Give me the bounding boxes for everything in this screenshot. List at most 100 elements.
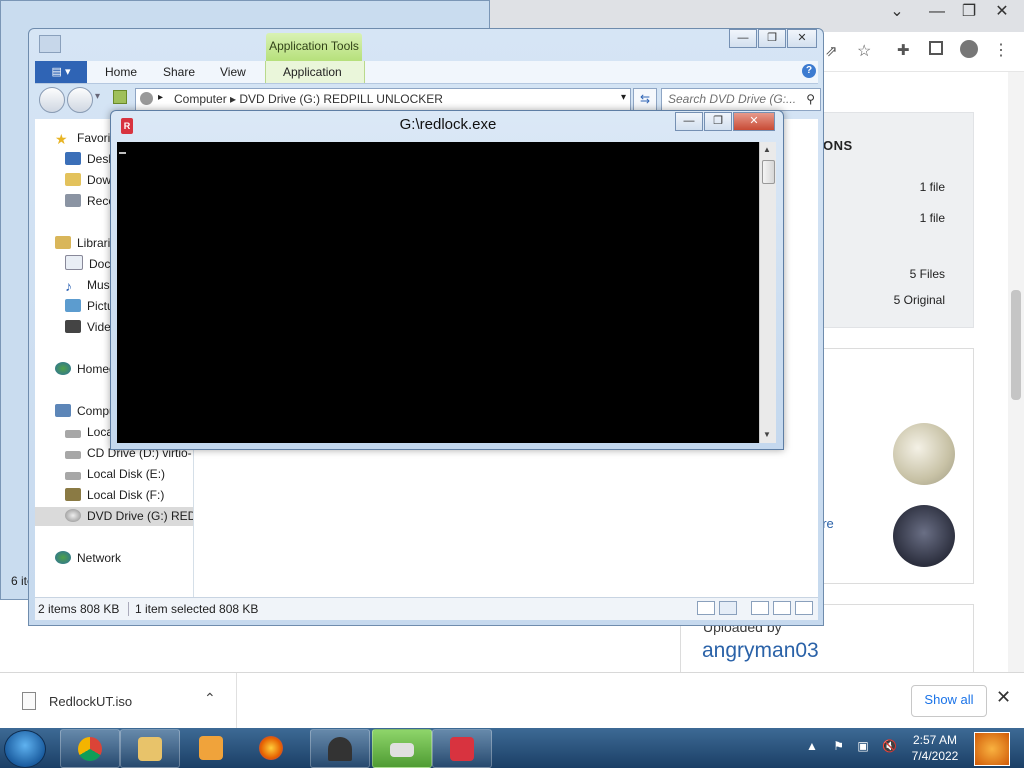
nav-network[interactable]: Network	[55, 549, 121, 568]
star-icon: ★	[55, 131, 68, 147]
download-filename[interactable]: RedlockUT.iso	[49, 694, 132, 709]
status-selection: 1 item selected 808 KB	[128, 602, 258, 616]
videos-icon	[65, 320, 81, 333]
address-bar[interactable]: ▸ Computer ▸ DVD Drive (G:) REDPILL UNLO…	[135, 88, 631, 111]
folder-icon	[138, 737, 162, 761]
system-tray: ▲ ⚑ ▣ 🔇	[806, 739, 897, 753]
profile-avatar-icon[interactable]	[960, 40, 978, 58]
file-options-panel: ONS 1 file 1 file 5 Files 5 Original	[820, 112, 974, 328]
preview-pane-icon[interactable]	[751, 601, 769, 615]
flag-icon[interactable]: ⚑	[833, 739, 844, 753]
show-desktop-thumbnail[interactable]	[974, 732, 1010, 766]
chrome-minimize-button[interactable]: —	[920, 0, 954, 24]
cd-drive-icon	[65, 451, 81, 459]
address-row: ▾ ▸ Computer ▸ DVD Drive (G:) REDPILL UN…	[35, 87, 821, 113]
side-panel-icon[interactable]	[929, 41, 943, 55]
back-button[interactable]	[39, 87, 65, 113]
forward-button[interactable]	[67, 87, 93, 113]
nav-favorites[interactable]: ★ Favori	[55, 129, 110, 148]
taskbar-firefox[interactable]	[244, 736, 298, 762]
taskbar-media-player[interactable]	[184, 736, 238, 762]
nav-computer[interactable]: Compu	[55, 402, 116, 421]
console-output[interactable]	[117, 142, 759, 443]
recent-locations-chevron-icon[interactable]: ▾	[95, 91, 100, 102]
search-icon[interactable]: ⚲	[806, 92, 815, 106]
nav-homegroup[interactable]: Homeg	[55, 360, 116, 379]
hard-disk-icon	[65, 472, 81, 480]
search-input[interactable]: Search DVD Drive (G:... ⚲	[661, 88, 821, 111]
scroll-up-icon[interactable]: ▲	[763, 145, 771, 154]
download-item[interactable]: RedlockUT.iso ⌃	[0, 673, 237, 729]
console-scrollbar[interactable]: ▲ ▼	[759, 142, 776, 443]
maximize-button[interactable]: ❐	[758, 29, 786, 48]
tab-share[interactable]: Share	[163, 65, 195, 79]
mouse-pointer-icon	[436, 347, 448, 363]
nav-dvd-drive[interactable]: DVD Drive (G:) REDP	[35, 507, 193, 526]
collection-thumbnail[interactable]	[893, 505, 955, 567]
address-dropdown-icon[interactable]: ▾	[621, 92, 626, 103]
up-folder-icon[interactable]	[113, 90, 127, 104]
show-all-button[interactable]: Show all	[911, 685, 987, 717]
options-title: ONS	[823, 138, 853, 153]
drive-icon	[140, 92, 153, 105]
chrome-scrollbar-thumb[interactable]	[1011, 290, 1021, 400]
application-tools-tab: Application Tools	[266, 33, 362, 61]
navigation-pane-icon[interactable]	[795, 601, 813, 615]
details-view-icon[interactable]	[697, 601, 715, 615]
console-minimize-button[interactable]: —	[675, 112, 703, 131]
nav-local-c[interactable]: Local	[65, 423, 116, 442]
console-close-button[interactable]: ✕	[733, 112, 775, 131]
nav-local-f[interactable]: Local Disk (F:)	[65, 486, 164, 505]
scroll-down-icon[interactable]: ▼	[763, 430, 771, 439]
nav-local-e[interactable]: Local Disk (E:)	[65, 465, 165, 484]
close-button[interactable]: ✕	[787, 29, 817, 48]
file-icon	[22, 692, 36, 710]
share-icon[interactable]: ⇗	[825, 42, 838, 60]
large-icons-view-icon[interactable]	[719, 601, 737, 615]
help-icon[interactable]: ?	[802, 64, 816, 78]
chrome-menu-icon[interactable]: ⋮	[993, 40, 1009, 60]
tab-application[interactable]: Application	[283, 65, 342, 79]
tab-home[interactable]: Home	[105, 65, 137, 79]
console-maximize-button[interactable]: ❐	[704, 112, 732, 131]
uploader-link[interactable]: angryman03	[702, 639, 819, 663]
refresh-button[interactable]: ⇆	[633, 88, 657, 111]
close-icon[interactable]: ✕	[996, 687, 1011, 708]
extensions-icon[interactable]: ✚	[897, 41, 910, 59]
pictures-icon	[65, 299, 81, 312]
address-path[interactable]: Computer ▸ DVD Drive (G:) REDPILL UNLOCK…	[174, 92, 443, 106]
details-pane-icon[interactable]	[773, 601, 791, 615]
volume-muted-icon[interactable]: 🔇	[882, 739, 897, 753]
start-orb-icon[interactable]	[4, 730, 46, 768]
option-value: 5 Original	[893, 293, 945, 307]
chess-icon	[328, 737, 352, 761]
taskbar-chrome[interactable]	[60, 729, 120, 768]
clock[interactable]: 2:57 AM 7/4/2022	[896, 732, 974, 764]
breadcrumb-arrow-icon[interactable]: ▸	[158, 92, 163, 103]
file-menu-button[interactable]: ▤ ▾	[35, 61, 87, 83]
computer-icon	[55, 404, 71, 417]
minimize-button[interactable]: —	[729, 29, 757, 48]
redlock-console-window[interactable]: R G:\redlock.exe — ❐ ✕ ▲ ▼	[110, 110, 784, 450]
chrome-profile-chevron-icon[interactable]: ⌄	[880, 0, 914, 24]
taskbar-redlock[interactable]	[432, 729, 492, 768]
taskbar-drive[interactable]	[372, 729, 432, 768]
network-icon[interactable]: ▣	[857, 739, 868, 753]
search-placeholder: Search DVD Drive (G:...	[668, 92, 797, 106]
chrome-close-button[interactable]: ✕	[985, 0, 1019, 24]
tab-view[interactable]: View	[220, 65, 246, 79]
tray-expand-icon[interactable]: ▲	[806, 739, 818, 753]
drive-icon	[390, 743, 414, 757]
disc-thumbnail[interactable]	[893, 423, 955, 485]
related-items-card: are	[815, 348, 974, 584]
taskbar-explorer[interactable]	[120, 729, 180, 768]
status-bar: 2 items 808 KB 1 item selected 808 KB	[35, 597, 818, 620]
console-scrollbar-thumb[interactable]	[762, 160, 775, 184]
chevron-up-icon[interactable]: ⌃	[204, 690, 216, 707]
dvd-icon	[65, 509, 81, 522]
nav-label: Network	[77, 551, 122, 565]
chrome-maximize-button[interactable]: ❐	[952, 0, 986, 24]
status-item-count: 2 items 808 KB	[38, 602, 120, 616]
bookmark-star-icon[interactable]: ☆	[857, 41, 871, 61]
taskbar-chess[interactable]	[310, 729, 370, 768]
